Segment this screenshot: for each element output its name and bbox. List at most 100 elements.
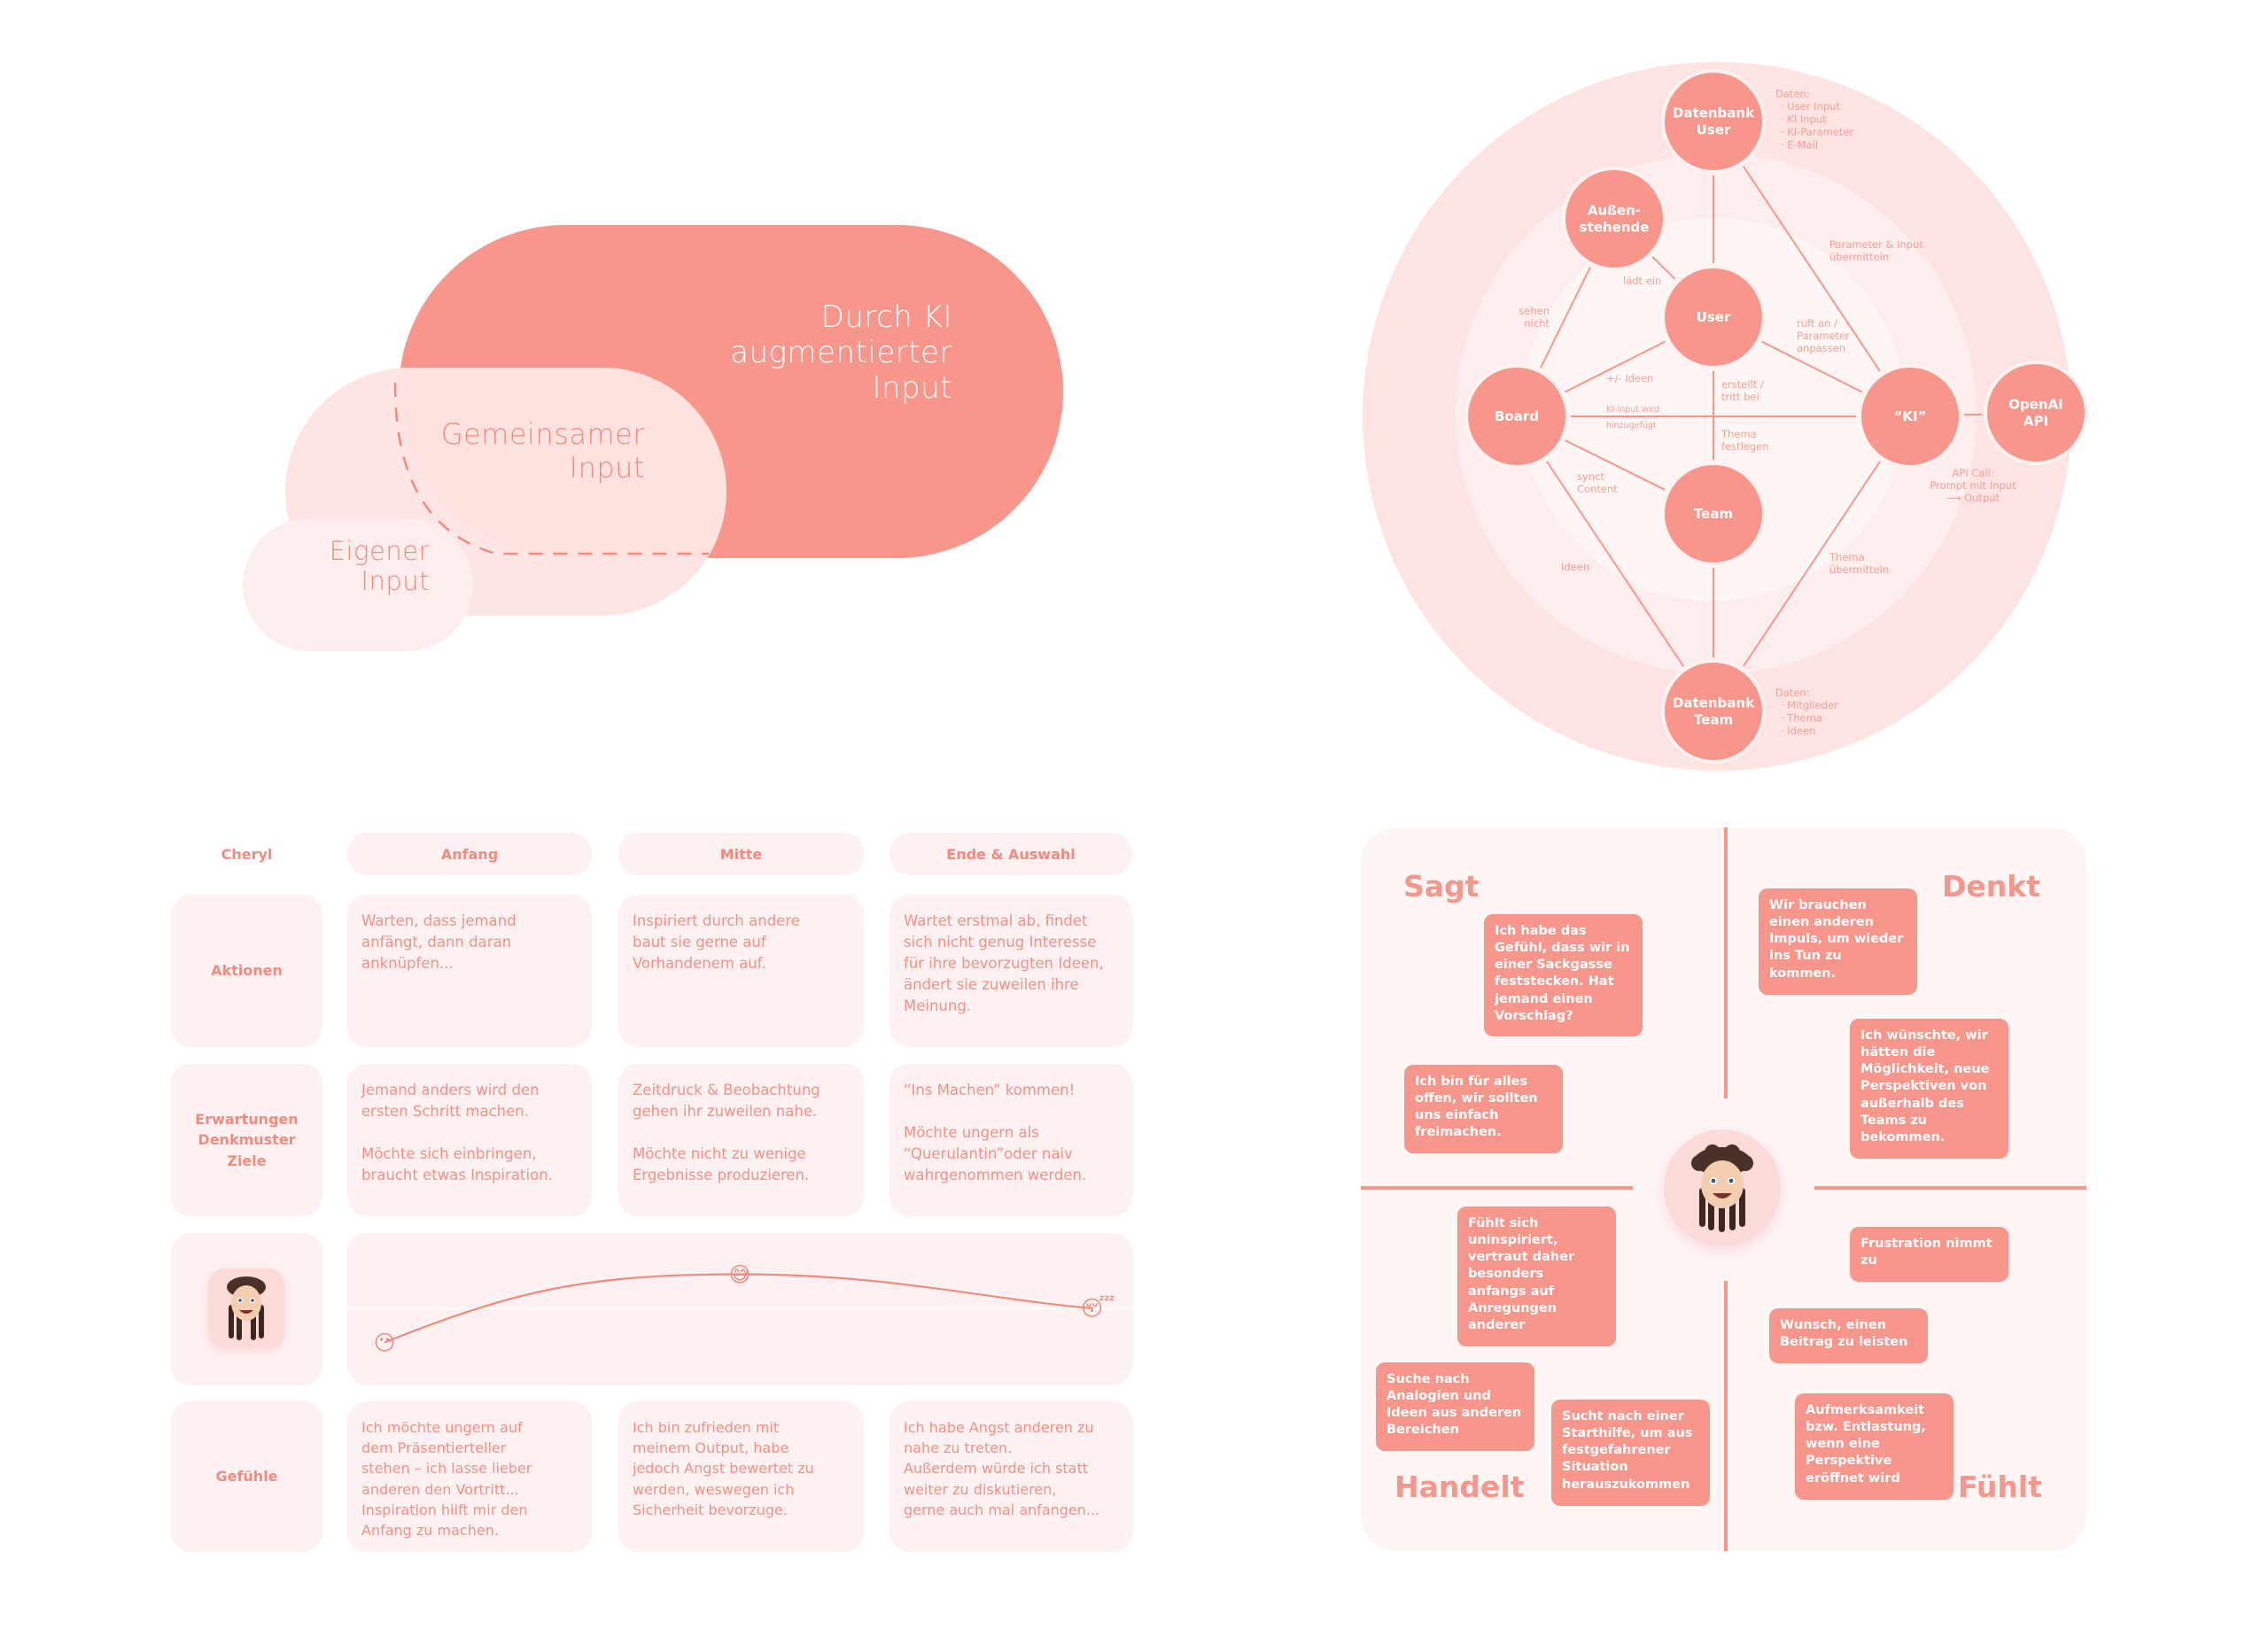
cell-aktionen-ende: Wartet erstmal ab, findet sich nicht gen… (889, 895, 1132, 1047)
row-label-erwartungen: Erwartungen Denkmuster Ziele (171, 1064, 322, 1216)
cell-erwartungen-mitte: Zeitdruck & Beobachtung gehen ihr zuweil… (618, 1064, 864, 1216)
edge-label-thema-festlegen: festlegen (1721, 440, 1769, 453)
edge-label-synct-content: Content (1577, 483, 1618, 495)
shared-input-label: Gemeinsamer Input (440, 417, 645, 485)
db-user-data-item: · E-Mail (1781, 139, 1818, 151)
ki-augmented-input-label: Durch KI augmentierter Input (730, 299, 952, 407)
node-label: Datenbank (1673, 105, 1755, 121)
cell-erwartungen-ende: “Ins Machen“ kommen! Möchte ungern als “… (889, 1064, 1132, 1216)
empathy-map: Sagt Denkt Handelt Fühlt Ich habe das Ge… (1361, 827, 2086, 1551)
node-label: Datenbank (1673, 695, 1755, 711)
edge-label-synct-content: synct (1577, 470, 1604, 483)
db-user-data-item: · KI Input (1781, 113, 1827, 126)
node-label: Team (1694, 506, 1733, 522)
node-db-user: DatenbankUser (1661, 69, 1766, 174)
emotion-marker-2: 😅 (728, 1261, 751, 1287)
cell-erwartungen-anfang: Jemand anders wird den ersten Schritt ma… (347, 1064, 592, 1216)
node-outsiders: Außen-stehende (1562, 167, 1666, 271)
edge-label-api-call: ⟶ Output (1946, 492, 2000, 504)
memoji-avatar-icon (1691, 1144, 1753, 1232)
quadrant-title-handelt: Handelt (1394, 1470, 1525, 1504)
cell-gefuehle-ende: Ich habe Angst anderen zu nahe zu treten… (889, 1401, 1132, 1552)
row-label-gefuehle: Gefühle (171, 1401, 322, 1552)
node-team: Team (1661, 462, 1766, 566)
emotion-curve-chart (384, 1273, 1094, 1344)
emotion-marker-3: 😴 (1081, 1296, 1115, 1321)
edge-label-plus-minus-ideen: +/- Ideen (1606, 372, 1653, 384)
db-team-data-item: · Ideen (1781, 725, 1815, 737)
edge-label-ki-input: hinzugefügt (1606, 421, 1657, 431)
phase-header-anfang: Anfang (347, 833, 592, 875)
node-label: API (2023, 414, 2048, 430)
edge-label-api-call: Prompt mit Input (1930, 479, 2016, 492)
sticky-note-handelt-1: Fühlt sich uninspiriert, vertraut daher … (1457, 1206, 1616, 1346)
db-user-data-item: · KI-Parameter (1781, 126, 1853, 138)
edge-label-thema-uebermitteln: übermitteln (1829, 563, 1889, 576)
edge-label-parameter-input: übermitteln (1829, 251, 1889, 263)
db-user-data-title: Daten: (1775, 88, 1810, 100)
sticky-note-sagt-2: Ich bin für alles offen, wir sollten uns… (1404, 1065, 1563, 1153)
sticky-note-sagt-1: Ich habe das Gefühl, dass wir in einer S… (1484, 914, 1643, 1036)
own-input-label: Eigener Input (329, 536, 430, 597)
node-label: Board (1495, 408, 1539, 424)
sticky-note-fuehlt-2: Wunsch, einen Beitrag zu leisten (1769, 1308, 1928, 1363)
row-label-aktionen: Aktionen (171, 895, 322, 1047)
persona-avatar (208, 1268, 284, 1348)
system-architecture-diagram: DatenbankUserAußen-stehendeUserBoard “KI”… (1363, 62, 2088, 771)
edge-label-ruft-an: Parameter (1797, 330, 1850, 342)
persona-name: Cheryl (221, 845, 273, 863)
node-label: Team (1694, 712, 1733, 728)
cell-gefuehle-mitte: Ich bin zufrieden mit meinem Output, hab… (618, 1401, 864, 1552)
edge-label-ruft-an: ruft an / (1797, 317, 1837, 330)
sticky-note-denkt-2: Ich wünschte, wir hätten die Möglichkeit… (1850, 1019, 2008, 1159)
edge-label-thema-uebermitteln: Thema (1829, 551, 1865, 563)
sticky-note-fuehlt-1: Frustration nimmt zu (1850, 1227, 2008, 1282)
node-ki: “KI” (1858, 364, 1962, 469)
emotion-marker-1: 😶 (373, 1330, 396, 1355)
edge-label-sehen-nicht: sehen (1518, 305, 1550, 317)
phase-header-mitte: Mitte (618, 833, 864, 875)
edge-label-parameter-input: Parameter & Input (1829, 238, 1923, 251)
phase-header-ende: Ende & Auswahl (889, 833, 1132, 875)
node-label: “KI” (1894, 408, 1927, 424)
edge-label-erstellt: erstellt / (1721, 378, 1764, 391)
node-db-team: DatenbankTeam (1661, 659, 1766, 764)
edge-label-ideen: Ideen (1561, 561, 1589, 573)
edge-label-thema-festlegen: Thema (1720, 428, 1757, 440)
node-user: User (1661, 265, 1766, 369)
emotion-curve-panel: 😶 😅 😴 (347, 1233, 1132, 1385)
cell-aktionen-mitte: Inspiriert durch andere baut sie gerne a… (618, 895, 864, 1047)
node-label: OpenAI (2008, 397, 2063, 413)
edge-label-sehen-nicht: nicht (1524, 317, 1550, 330)
node-label: stehende (1580, 220, 1650, 236)
node-openai: OpenAIAPI (1984, 361, 2088, 465)
row-label-emotion (171, 1233, 322, 1385)
edge-label-api-call: API Call: (1952, 467, 1993, 479)
edge-label-ki-input: KI-Input wird (1606, 405, 1659, 415)
node-board: Board (1464, 364, 1569, 469)
edge-label-ruft-an: anpassen (1797, 342, 1845, 354)
sticky-note-handelt-2: Suche nach Analogien und Ideen aus ander… (1376, 1362, 1534, 1451)
db-team-data-title: Daten: (1775, 687, 1810, 699)
node-label: User (1697, 309, 1731, 325)
divider-vertical-top (1724, 827, 1728, 1098)
quadrant-title-fuehlt: Fühlt (1958, 1470, 2042, 1504)
cell-aktionen-anfang: Warten, dass jemand anfängt, dann daran … (347, 895, 592, 1047)
db-team-data-item: · Thema (1781, 712, 1822, 725)
db-user-data-item: · User Input (1781, 100, 1840, 112)
sticky-note-fuehlt-3: Aufmerksamkeit bzw. Entlastung, wenn ein… (1795, 1393, 1953, 1500)
sticky-note-handelt-3: Sucht nach einer Starthilfe, um aus fest… (1551, 1400, 1710, 1506)
divider-horizontal-right (1814, 1186, 2086, 1190)
node-label: User (1697, 122, 1731, 138)
divider-vertical-bottom (1724, 1281, 1728, 1551)
edge-label-laedt-ein: lädt ein (1623, 275, 1661, 287)
edge-label-erstellt: tritt bei (1721, 391, 1759, 403)
memoji-avatar-icon (227, 1276, 266, 1340)
sticky-note-denkt-1: Wir brauchen einen anderen Impuls, um wi… (1759, 888, 1917, 995)
db-team-data-item: · Mitglieder (1781, 699, 1838, 711)
cell-gefuehle-anfang: Ich möchte ungern auf dem Präsentiertell… (347, 1401, 592, 1552)
persona-avatar-circle (1664, 1129, 1781, 1246)
quadrant-title-sagt: Sagt (1403, 869, 1480, 904)
divider-horizontal-left (1361, 1186, 1633, 1190)
node-label: Außen- (1588, 203, 1641, 219)
